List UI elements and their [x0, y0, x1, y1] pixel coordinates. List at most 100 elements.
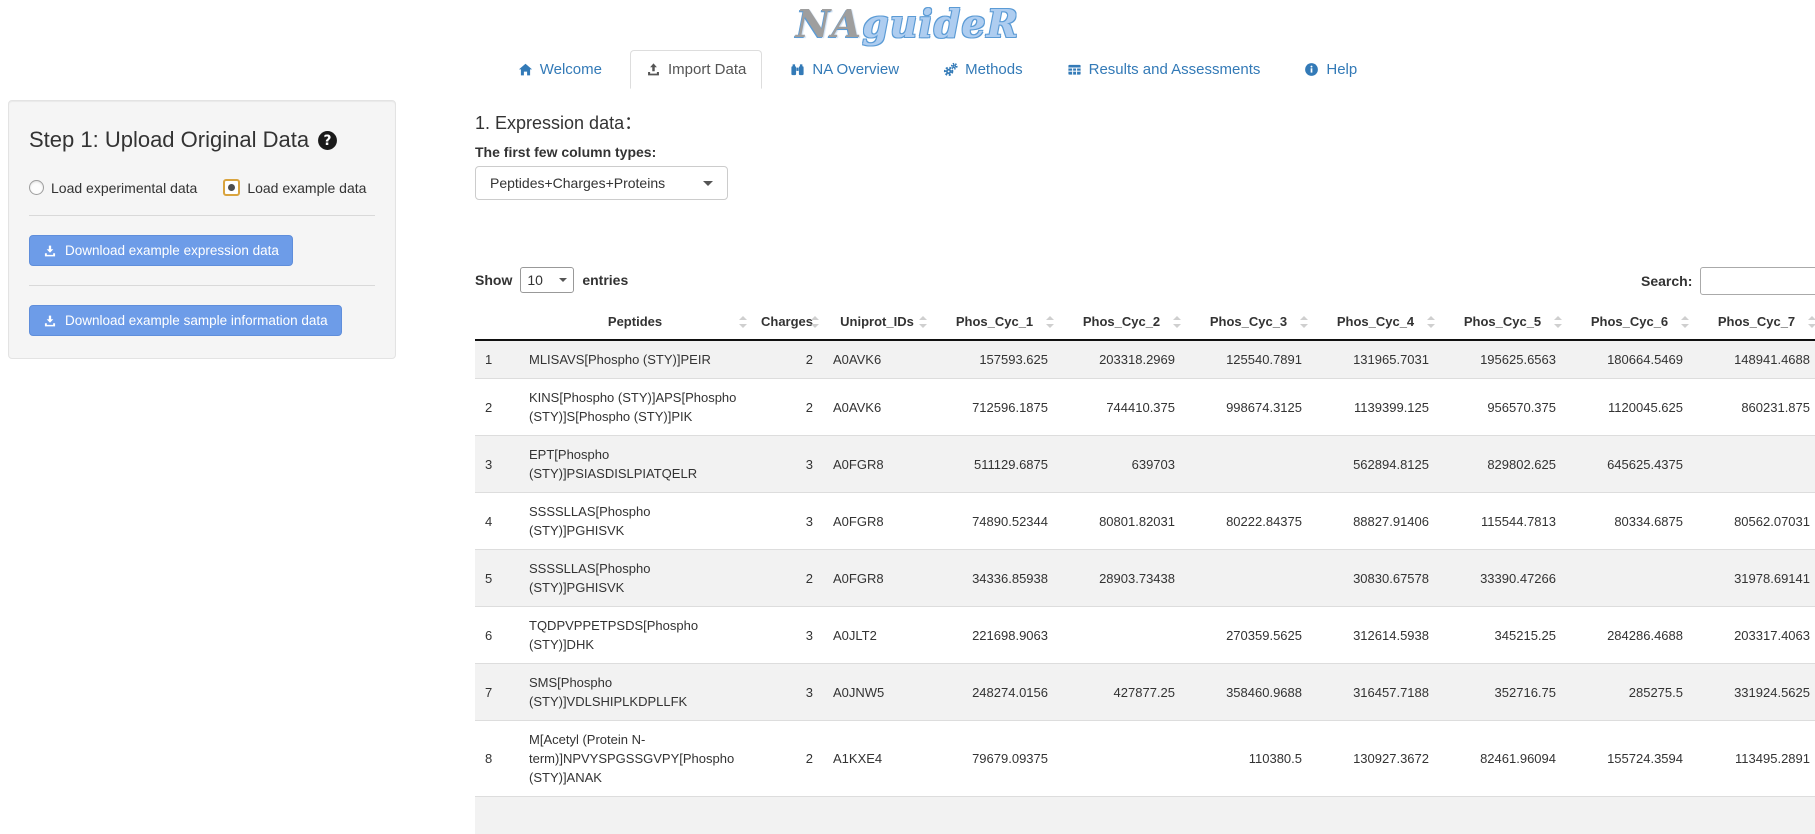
column-header-label: Peptides — [608, 314, 662, 329]
caret-down-icon — [559, 278, 567, 282]
column-header-label: Phos_Cyc_1 — [956, 314, 1033, 329]
tab-label: NA Overview — [812, 61, 899, 78]
tab-help[interactable]: Help — [1288, 50, 1373, 89]
column-header-charges[interactable]: Charges — [751, 304, 823, 340]
main-content: 1. Expression data： The first few column… — [475, 112, 1815, 834]
intensity-cell: 744410.375 — [1058, 379, 1185, 436]
intensity-cell: 115544.7813 — [1439, 493, 1566, 550]
row-index-cell: 8 — [475, 721, 519, 797]
intensity-cell: 125540.7891 — [1185, 340, 1312, 379]
intensity-cell: 998674.3125 — [1185, 379, 1312, 436]
intensity-cell: 80334.6875 — [1566, 493, 1693, 550]
datatable-controls: Show 10 entries Search: — [475, 267, 1815, 295]
peptide-cell: MLISAVS[Phospho (STY)]PEIR — [519, 340, 751, 379]
table-row: 5SSSSLLAS[Phospho (STY)]PGHISVK2A0FGR834… — [475, 550, 1815, 607]
column-header-uniprot_ids[interactable]: Uniprot_IDs — [823, 304, 931, 340]
uniprot-cell: A0FGR8 — [823, 436, 931, 493]
sort-icon — [811, 315, 820, 329]
home-icon — [518, 62, 533, 77]
tab-results-and-assessments[interactable]: Results and Assessments — [1051, 50, 1277, 89]
column-header-phos_cyc_6[interactable]: Phos_Cyc_6 — [1566, 304, 1693, 340]
intensity-cell: 203318.2969 — [1058, 340, 1185, 379]
column-header-phos_cyc_3[interactable]: Phos_Cyc_3 — [1185, 304, 1312, 340]
row-index-cell: 1 — [475, 340, 519, 379]
intensity-cell: 331924.5625 — [1693, 664, 1815, 721]
peptide-cell: M[Acetyl (Protein N-term)]NPVYSPGSSGVPY[… — [519, 721, 751, 797]
tab-label: Methods — [965, 61, 1023, 78]
column-header-phos_cyc_1[interactable]: Phos_Cyc_1 — [931, 304, 1058, 340]
intensity-cell: 80801.82031 — [1058, 493, 1185, 550]
download-sample-information-button[interactable]: Download example sample information data — [29, 305, 342, 336]
column-header-label: Charges — [761, 314, 813, 329]
intensity-cell: 427877.25 — [1058, 664, 1185, 721]
table-row: 6TQDPVPPETPSDS[Phospho (STY)]DHK3A0JLT22… — [475, 607, 1815, 664]
column-header-phos_cyc_7[interactable]: Phos_Cyc_7 — [1693, 304, 1815, 340]
button-label: Download example sample information data — [65, 313, 328, 328]
uniprot-cell: A0FGR8 — [823, 550, 931, 607]
intensity-cell: 284286.4688 — [1566, 607, 1693, 664]
column-header-label: Phos_Cyc_4 — [1337, 314, 1414, 329]
section-title: 1. Expression data： — [475, 112, 1815, 134]
table-row: 1MLISAVS[Phospho (STY)]PEIR2A0AVK6157593… — [475, 340, 1815, 379]
intensity-cell: 79679.09375 — [931, 721, 1058, 797]
intensity-cell: 80562.07031 — [1693, 493, 1815, 550]
page-length-control: Show 10 entries — [475, 267, 1815, 293]
uniprot-cell: A0JLT2 — [823, 607, 931, 664]
charge-cell: 3 — [751, 493, 823, 550]
download-icon — [43, 314, 57, 328]
charge-cell: 2 — [751, 550, 823, 607]
uniprot-cell: A1KXE4 — [823, 721, 931, 797]
peptide-cell: SMS[Phospho (STY)]VDLSHIPLKDPLLFK — [519, 664, 751, 721]
logo-text-guider: guideR — [862, 1, 1019, 46]
column-header-phos_cyc_5[interactable]: Phos_Cyc_5 — [1439, 304, 1566, 340]
intensity-cell: 248274.0156 — [931, 664, 1058, 721]
tab-methods[interactable]: Methods — [927, 50, 1039, 89]
tab-label: Import Data — [668, 61, 746, 78]
charge-cell: 3 — [751, 664, 823, 721]
tab-na-overview[interactable]: NA Overview — [774, 50, 915, 89]
column-header-phos_cyc_2[interactable]: Phos_Cyc_2 — [1058, 304, 1185, 340]
download-expression-data-button[interactable]: Download example expression data — [29, 235, 293, 266]
column-header-label: Phos_Cyc_2 — [1083, 314, 1160, 329]
intensity-cell: 345215.25 — [1439, 607, 1566, 664]
question-circle-icon[interactable]: ? — [317, 130, 338, 151]
sort-icon — [1046, 315, 1055, 329]
radio-load-example-data[interactable]: Load example data — [223, 179, 366, 196]
column-types-select[interactable]: Peptides+Charges+Proteins — [475, 166, 728, 200]
row-index-header — [475, 304, 519, 340]
intensity-cell: 80222.84375 — [1185, 493, 1312, 550]
intensity-cell — [1566, 550, 1693, 607]
search-input[interactable] — [1700, 267, 1815, 295]
sort-icon — [1681, 315, 1690, 329]
tab-import-data[interactable]: Import Data — [630, 50, 762, 89]
row-index-cell: 7 — [475, 664, 519, 721]
intensity-cell: 511129.6875 — [931, 436, 1058, 493]
sort-icon — [919, 315, 928, 329]
column-header-phos_cyc_4[interactable]: Phos_Cyc_4 — [1312, 304, 1439, 340]
intensity-cell: 113495.2891 — [1693, 721, 1815, 797]
table-row-partial — [475, 797, 1815, 834]
panel-title: Step 1: Upload Original Data ? — [29, 127, 375, 153]
info-icon — [1304, 62, 1319, 77]
page-length-select[interactable]: 10 — [520, 267, 574, 293]
row-index-cell: 6 — [475, 607, 519, 664]
uniprot-cell: A0FGR8 — [823, 493, 931, 550]
tab-welcome[interactable]: Welcome — [502, 50, 618, 89]
peptide-cell: TQDPVPPETPSDS[Phospho (STY)]DHK — [519, 607, 751, 664]
radio-unchecked-icon — [29, 180, 44, 195]
intensity-cell — [1058, 721, 1185, 797]
peptide-cell: EPT[Phospho (STY)]PSIASDISLPIATQELR — [519, 436, 751, 493]
intensity-cell: 562894.8125 — [1312, 436, 1439, 493]
app-logo: NAguideR — [0, 0, 1815, 48]
radio-load-experimental-data[interactable]: Load experimental data — [29, 180, 197, 196]
panel-title-text: Step 1: Upload Original Data — [29, 127, 309, 153]
intensity-cell — [1693, 436, 1815, 493]
intensity-cell: 130927.3672 — [1312, 721, 1439, 797]
intensity-cell: 352716.75 — [1439, 664, 1566, 721]
column-header-peptides[interactable]: Peptides — [519, 304, 751, 340]
sort-icon — [1554, 315, 1563, 329]
intensity-cell: 221698.9063 — [931, 607, 1058, 664]
peptide-cell: KINS[Phospho (STY)]APS[Phospho (STY)]S[P… — [519, 379, 751, 436]
logo-text-na: NA — [796, 1, 862, 46]
download-icon — [43, 244, 57, 258]
